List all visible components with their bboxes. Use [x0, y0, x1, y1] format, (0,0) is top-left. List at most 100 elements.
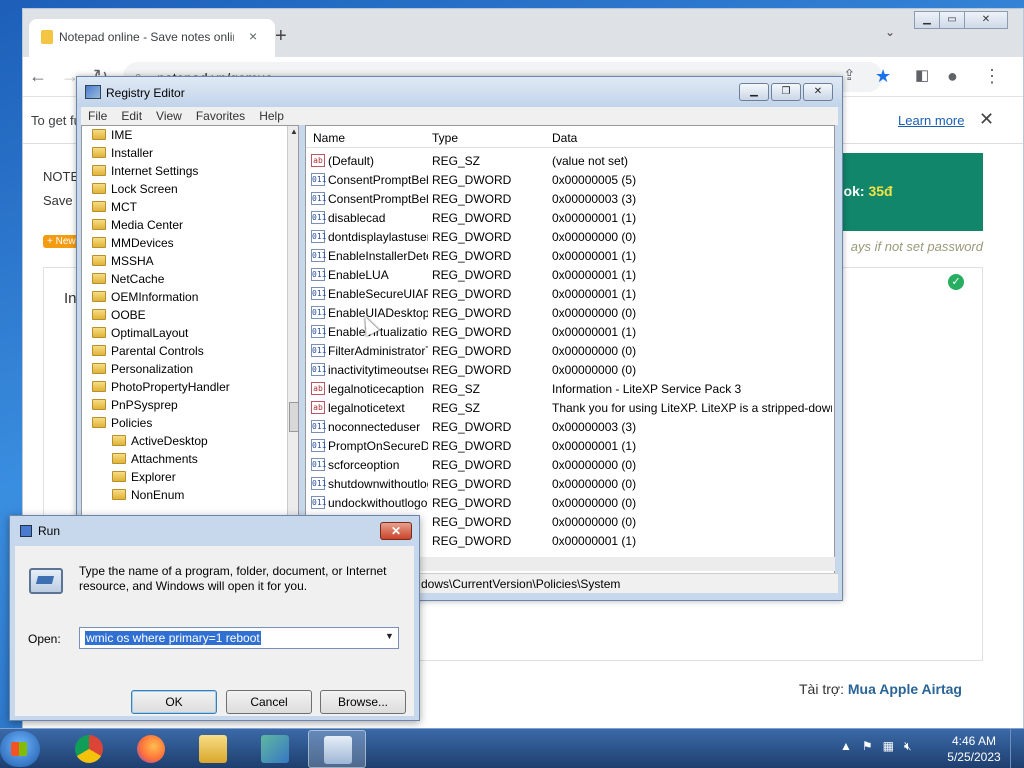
bookmark-star-icon[interactable]: ★: [875, 66, 891, 87]
close-button[interactable]: ✕: [380, 522, 412, 540]
open-command-combobox[interactable]: wmic os where primary=1 reboot ▼: [79, 627, 399, 649]
taskbar-firefox[interactable]: [122, 730, 180, 768]
value-row[interactable]: 011 noconnecteduser REG_DWORD 0x00000003 (3…: [306, 417, 834, 436]
value-row[interactable]: 011 scforceoption REG_DWORD 0x00000000 (0): [306, 455, 834, 474]
value-row[interactable]: 011EnableUIADesktopToggle REG_DWORD 0x0000…: [306, 303, 834, 322]
value-type: REG_DWORD: [432, 268, 512, 282]
show-hidden-icons-icon[interactable]: ▲: [840, 739, 852, 754]
column-name-header[interactable]: Name: [313, 131, 345, 145]
tree-item[interactable]: MCT: [92, 200, 137, 218]
tree-item[interactable]: OptimalLayout: [92, 326, 188, 344]
share-icon[interactable]: ⇪: [843, 66, 856, 84]
tab-close-icon[interactable]: ×: [249, 28, 257, 44]
tree-item[interactable]: Internet Settings: [92, 164, 198, 182]
tree-item-label: IME: [111, 128, 133, 142]
tree-item[interactable]: OOBE: [92, 308, 146, 326]
open-command-value[interactable]: wmic os where primary=1 reboot: [85, 631, 261, 645]
tree-item-label: Lock Screen: [111, 182, 178, 196]
learn-more-link[interactable]: Learn more: [898, 113, 964, 128]
info-bar-close-icon[interactable]: ✕: [979, 109, 994, 130]
string-value-icon: ab: [311, 154, 325, 167]
menu-item-favorites[interactable]: Favorites: [189, 107, 252, 125]
show-desktop-button[interactable]: [1010, 729, 1024, 768]
tab-search-chevron-icon[interactable]: ⌄: [885, 25, 895, 39]
tree-item[interactable]: PhotoPropertyHandler: [92, 380, 230, 398]
cancel-button[interactable]: Cancel: [226, 690, 312, 714]
value-row[interactable]: 011PromptOnSecureDesktop REG_DWORD 0x00000…: [306, 436, 834, 455]
value-row[interactable]: 011 undockwithoutlogon REG_DWORD 0x00000000…: [306, 493, 834, 512]
run-titlebar[interactable]: Run ✕: [10, 516, 419, 546]
chrome-tab-notepad[interactable]: Notepad online - Save notes online ×: [29, 19, 275, 57]
value-row[interactable]: 011 EnableLUA REG_DWORD 0x00000001 (1): [306, 265, 834, 284]
scroll-up-icon[interactable]: ▲: [290, 127, 298, 136]
browse-button[interactable]: Browse...: [320, 690, 406, 714]
value-row[interactable]: 011dontdisplaylastusername REG_DWORD 0x000…: [306, 227, 834, 246]
tree-item[interactable]: ActiveDesktop: [112, 434, 208, 452]
value-row[interactable]: 011ConsentPromptBehaviorAdmin REG_DWORD 0x…: [306, 170, 834, 189]
tree-item[interactable]: MSSHA: [92, 254, 154, 272]
tree-item[interactable]: Media Center: [92, 218, 183, 236]
tree-item[interactable]: OEMInformation: [92, 290, 198, 308]
column-type-header[interactable]: Type: [432, 131, 458, 145]
value-row[interactable]: 011 EnableVirtualization REG_DWORD 0x000000…: [306, 322, 834, 341]
start-button[interactable]: [0, 731, 40, 767]
tree-item[interactable]: Attachments: [112, 452, 198, 470]
registry-editor-titlebar[interactable]: Registry Editor ▁ ❐ ✕: [77, 77, 842, 107]
maximize-button[interactable]: ▭: [939, 11, 965, 29]
menu-item-edit[interactable]: Edit: [114, 107, 149, 125]
value-row[interactable]: ab legalnoticecaption REG_SZ Information - …: [306, 379, 834, 398]
volume-muted-icon[interactable]: 🔇︎: [904, 739, 912, 754]
promo-price: 35đ: [868, 183, 893, 199]
value-row[interactable]: 011shutdownwithoutlogon REG_DWORD 0x000000…: [306, 474, 834, 493]
tree-item[interactable]: Policies: [92, 416, 152, 434]
close-button[interactable]: ✕: [964, 11, 1008, 29]
taskbar-chrome[interactable]: [60, 730, 118, 768]
tree-item[interactable]: MMDevices: [92, 236, 174, 254]
taskbar-explorer[interactable]: [184, 730, 242, 768]
tree-item[interactable]: IME: [92, 128, 132, 146]
tree-item[interactable]: NetCache: [92, 272, 164, 290]
tree-item[interactable]: PnPSysprep: [92, 398, 178, 416]
taskbar-run[interactable]: [308, 730, 366, 768]
value-row[interactable]: ab legalnoticetext REG_SZ Thank you for usi…: [306, 398, 834, 417]
scroll-thumb[interactable]: [289, 402, 298, 432]
tree-item[interactable]: Explorer: [112, 470, 176, 488]
minimize-button[interactable]: ▁: [739, 83, 769, 101]
menu-dots-icon[interactable]: ⋮: [983, 66, 1001, 87]
taskbar-regedit[interactable]: [246, 730, 304, 768]
back-arrow-icon[interactable]: ←: [29, 66, 47, 87]
value-row[interactable]: 011ConsentPromptBehaviorUser REG_DWORD 0x0…: [306, 189, 834, 208]
new-tab-button[interactable]: +: [275, 25, 287, 48]
sponsor-link[interactable]: Mua Apple Airtag: [848, 681, 962, 697]
menu-item-view[interactable]: View: [149, 107, 189, 125]
menu-item-help[interactable]: Help: [252, 107, 291, 125]
ok-button[interactable]: OK: [131, 690, 217, 714]
dropdown-arrow-icon[interactable]: ▼: [385, 631, 394, 641]
value-row[interactable]: ab (Default) REG_SZ (value not set): [306, 151, 834, 170]
tree-item[interactable]: Parental Controls: [92, 344, 204, 362]
clock[interactable]: 4:46 AM 5/25/2023: [944, 733, 1004, 765]
tree-item[interactable]: NonEnum: [112, 488, 184, 506]
profile-avatar-icon[interactable]: ●: [947, 66, 958, 87]
value-row[interactable]: 011 disablecad REG_DWORD 0x00000001 (1): [306, 208, 834, 227]
tree-item[interactable]: Lock Screen: [92, 182, 178, 200]
menu-item-file[interactable]: File: [81, 107, 114, 125]
close-button[interactable]: ✕: [803, 83, 833, 101]
column-data-header[interactable]: Data: [552, 131, 577, 145]
restore-button[interactable]: ❐: [771, 83, 801, 101]
action-center-flag-icon[interactable]: ⚑: [862, 739, 873, 754]
value-row[interactable]: 011 inactivitytimeoutsecs REG_DWORD 0x00000…: [306, 360, 834, 379]
value-row[interactable]: 011EnableSecureUIAPaths REG_DWORD 0x000000…: [306, 284, 834, 303]
minimize-button[interactable]: ▁: [914, 11, 940, 29]
value-row[interactable]: 011EnableInstallerDetection REG_DWORD 0x00…: [306, 246, 834, 265]
tree-item[interactable]: Personalization: [92, 362, 193, 380]
tree-item-label: Personalization: [111, 362, 194, 376]
side-panel-icon[interactable]: ◧: [915, 66, 929, 84]
value-row[interactable]: 011FilterAdministratorToken REG_DWORD 0x00…: [306, 341, 834, 360]
folder-icon: [92, 219, 106, 230]
network-icon[interactable]: ▦: [883, 739, 894, 754]
tree-item-label: Policies: [111, 416, 153, 430]
new-note-button[interactable]: + New: [43, 235, 80, 248]
binary-value-icon: 011: [311, 230, 327, 243]
tree-item[interactable]: Installer: [92, 146, 153, 164]
